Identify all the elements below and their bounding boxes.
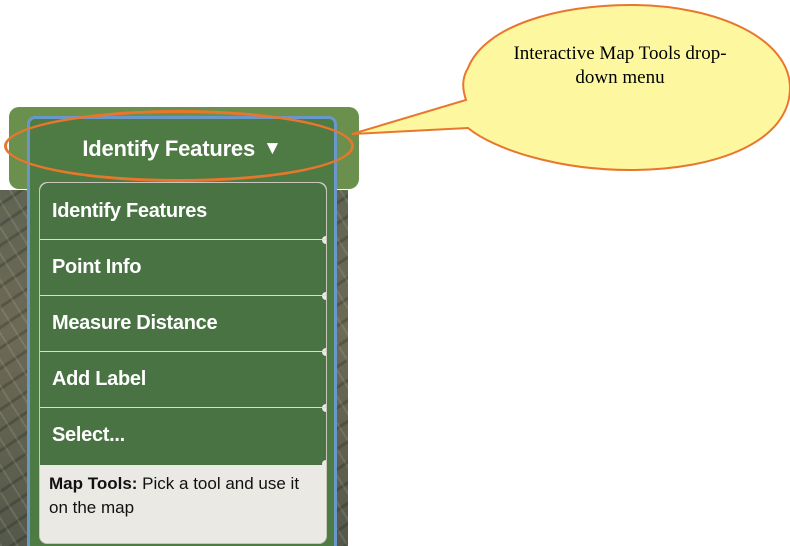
stage: Identify Features ▼ Identify Features Po… (0, 0, 790, 546)
map-tools-help-text: Map Tools: Pick a tool and use it on the… (49, 472, 319, 520)
menu-item-label: Point Info (52, 256, 142, 278)
chevron-down-icon: ▼ (263, 138, 282, 159)
menu-item-label: Select... (52, 424, 125, 446)
menu-item-add-label[interactable]: Add Label (40, 351, 326, 412)
map-tools-dropdown-toggle[interactable]: Identify Features ▼ (30, 125, 334, 173)
help-text-prefix: Map Tools: (49, 474, 138, 493)
menu-item-identify-features[interactable]: Identify Features (40, 183, 326, 244)
menu-item-point-info[interactable]: Point Info (40, 239, 326, 300)
menu-item-label: Add Label (52, 368, 146, 390)
menu-item-select[interactable]: Select... (40, 407, 326, 468)
map-tools-panel: Identify Features ▼ Identify Features Po… (27, 116, 337, 546)
dropdown-toggle-label: Identify Features (82, 136, 256, 161)
map-tools-dropdown-menu: Identify Features Point Info Measure Dis… (39, 182, 327, 544)
menu-item-measure-distance[interactable]: Measure Distance (40, 295, 326, 356)
callout-text: Interactive Map Tools drop-down menu (513, 43, 727, 88)
menu-list: Identify Features Point Info Measure Dis… (40, 183, 326, 468)
menu-item-label: Measure Distance (52, 312, 218, 334)
menu-item-label: Identify Features (52, 199, 207, 222)
